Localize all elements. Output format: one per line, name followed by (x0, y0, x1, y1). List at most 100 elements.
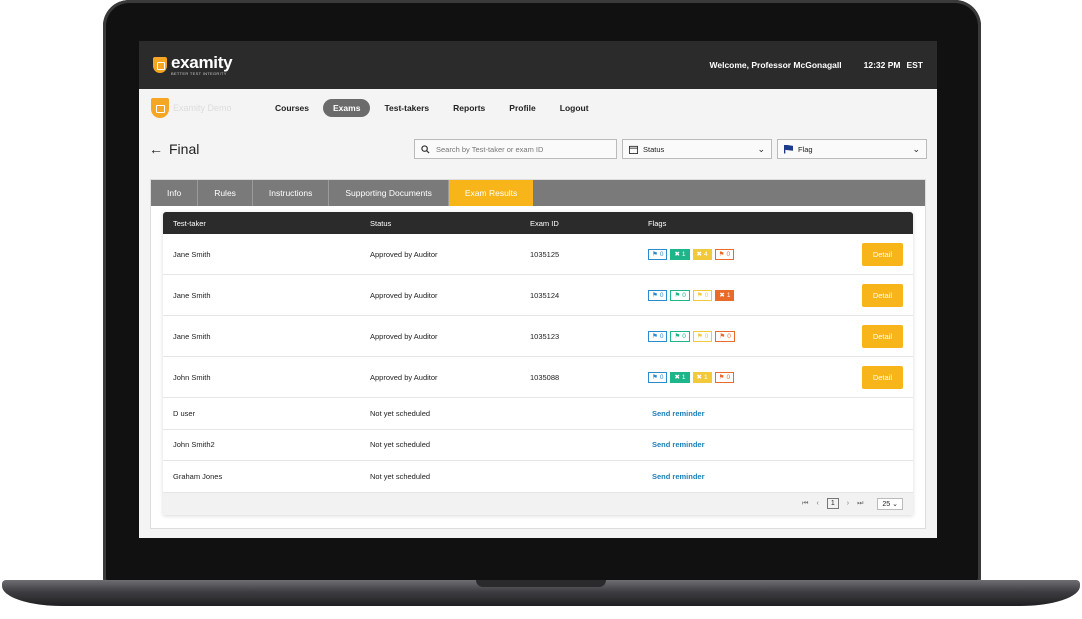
flag-count: 1 (681, 373, 686, 381)
flag-badge[interactable]: ⚑ 0 (692, 330, 713, 342)
clock-time: 12:32 PM (863, 60, 901, 70)
laptop-notch (476, 580, 606, 587)
detail-button[interactable]: Detail (861, 324, 903, 348)
cell-test-taker: Jane Smith (173, 290, 211, 300)
search-placeholder: Search by Test-taker or exam ID (436, 144, 544, 154)
tab-exam-results[interactable]: Exam Results (448, 180, 534, 206)
flag-badge[interactable]: ⚑ 0 (714, 248, 735, 260)
flag-badge[interactable]: ✖ 1 (670, 248, 690, 260)
flag-badge[interactable]: ⚑ 0 (648, 330, 668, 342)
cell-status: Approved by Auditor (370, 290, 438, 300)
flags-group: ⚑ 0 ✖ 1 ✖ 4 ⚑ 0 (648, 248, 858, 260)
results-table: Test-taker Status Exam ID Flags Jane Smi… (163, 212, 913, 515)
chevron-down-icon: ⌄ (757, 143, 765, 154)
detail-button[interactable]: Detail (861, 283, 903, 307)
page-title: Final (169, 141, 200, 157)
tab-rules[interactable]: Rules (198, 180, 253, 206)
status-filter-select[interactable]: Status ⌄ (622, 139, 772, 159)
send-reminder-link[interactable]: Send reminder (652, 440, 705, 449)
clock-timezone: EST (906, 60, 923, 70)
flag-badge[interactable]: ⚑ 0 (670, 330, 690, 342)
flag-badge[interactable]: ✖ 1 (670, 371, 690, 383)
flag-count: 0 (704, 332, 709, 340)
tab-supporting-documents[interactable]: Supporting Documents (329, 180, 449, 206)
back-arrow-icon[interactable]: ← (149, 141, 163, 157)
welcome-text: Welcome, Professor McGonagall (709, 60, 842, 70)
table-row[interactable]: Jane Smith Approved by Auditor 1035123 ⚑… (163, 316, 913, 357)
column-header[interactable]: Exam ID (530, 219, 648, 228)
flag-badge[interactable]: ✖ 4 (692, 248, 712, 260)
cell-status: Not yet scheduled (370, 408, 431, 418)
last-page-icon[interactable]: ⏭ (857, 500, 863, 508)
flag-icon: ⚑ (696, 333, 703, 340)
current-page[interactable]: 1 (826, 498, 839, 509)
lock-shield-icon (153, 57, 167, 73)
x-flag-icon: ✖ (696, 251, 702, 258)
flag-badge[interactable]: ✖ 1 (715, 289, 735, 301)
nav-brand-label: Examity Demo (173, 103, 232, 113)
flag-badge[interactable]: ✖ 1 (692, 371, 712, 383)
table-row[interactable]: D user Not yet scheduled Send reminder (163, 398, 913, 430)
flag-count: 0 (727, 332, 731, 340)
table-row[interactable]: Jane Smith Approved by Auditor 1035125 ⚑… (163, 234, 913, 275)
table-row[interactable]: John Smith Approved by Auditor 1035088 ⚑… (163, 357, 913, 398)
examity-logo[interactable]: examity BETTER TEST INTEGRITY (153, 53, 233, 76)
flag-badge[interactable]: ⚑ 0 (714, 371, 735, 383)
tab-instructions[interactable]: Instructions (253, 180, 330, 206)
prev-page-icon[interactable]: ‹ (816, 500, 818, 507)
detail-button[interactable]: Detail (861, 242, 903, 266)
flag-badge[interactable]: ⚑ 0 (715, 330, 735, 342)
flag-count: 0 (726, 250, 731, 258)
detail-button[interactable]: Detail (861, 365, 903, 389)
cell-exam-id: 1035124 (530, 290, 560, 300)
send-reminder-link[interactable]: Send reminder (652, 472, 705, 481)
brand-name: examity (171, 53, 233, 72)
flag-icon (784, 144, 793, 154)
flag-count: 1 (681, 250, 686, 258)
flag-count: 0 (659, 332, 664, 340)
x-flag-icon: ✖ (696, 374, 702, 381)
tab-info[interactable]: Info (151, 180, 199, 206)
cell-test-taker: Jane Smith (173, 331, 211, 341)
table-row[interactable]: John Smith2 Not yet scheduled Send remin… (163, 430, 913, 461)
flag-icon: ⚑ (674, 292, 681, 299)
flag-icon: ⚑ (719, 333, 726, 340)
cell-status: Not yet scheduled (370, 440, 431, 450)
table-row[interactable]: Graham Jones Not yet scheduled Send remi… (163, 461, 913, 493)
cell-test-taker: John Smith (173, 372, 211, 382)
flag-icon: ⚑ (652, 374, 658, 381)
next-page-icon[interactable]: › (847, 500, 849, 507)
cell-exam-id: 1035125 (530, 249, 560, 259)
clock: 12:32 PM EST (864, 60, 923, 70)
nav-logout[interactable]: Logout (550, 99, 599, 117)
column-header[interactable]: Status (370, 219, 530, 228)
column-header[interactable]: Test-taker (163, 219, 370, 228)
flag-count: 0 (659, 373, 664, 381)
flag-icon: ⚑ (718, 251, 725, 258)
column-header[interactable]: Flags (648, 219, 858, 228)
nav-courses[interactable]: Courses (265, 99, 319, 117)
cell-status: Approved by Auditor (370, 249, 438, 259)
nav-profile[interactable]: Profile (499, 99, 545, 117)
flag-badge[interactable]: ⚑ 0 (648, 289, 668, 301)
flag-badge[interactable]: ⚑ 0 (648, 248, 668, 260)
nav-exams[interactable]: Exams (323, 99, 371, 117)
tab-bar: Info Rules Instructions Supporting Docum… (151, 180, 925, 206)
calendar-icon (629, 145, 638, 154)
nav-test-takers[interactable]: Test-takers (374, 99, 439, 117)
flag-icon: ⚑ (652, 251, 658, 258)
flag-filter-select[interactable]: Flag ⌄ (777, 139, 927, 159)
flag-badge[interactable]: ⚑ 0 (670, 289, 690, 301)
x-flag-icon: ✖ (674, 251, 680, 258)
page-size-select[interactable]: 25 ⌄ (877, 497, 903, 510)
flag-count: 0 (682, 332, 686, 340)
table-header: Test-taker Status Exam ID Flags (163, 212, 913, 234)
nav-reports[interactable]: Reports (443, 99, 495, 117)
chevron-down-icon: ⌄ (892, 500, 898, 508)
table-row[interactable]: Jane Smith Approved by Auditor 1035124 ⚑… (163, 275, 913, 316)
first-page-icon[interactable]: ⏮ (802, 500, 808, 508)
send-reminder-link[interactable]: Send reminder (652, 409, 705, 418)
flag-badge[interactable]: ⚑ 0 (692, 289, 713, 301)
search-input[interactable]: Search by Test-taker or exam ID (414, 139, 617, 159)
flag-badge[interactable]: ⚑ 0 (648, 371, 668, 383)
